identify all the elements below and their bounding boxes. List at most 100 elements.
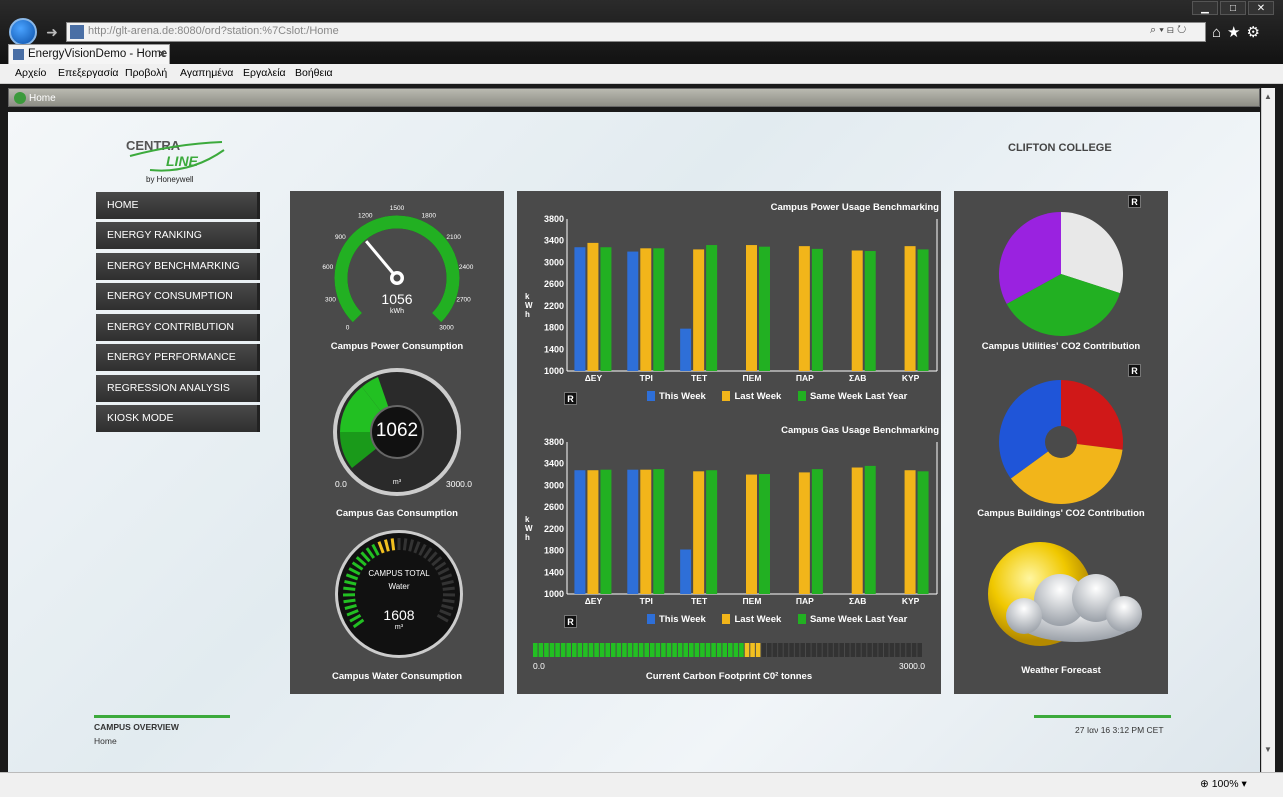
- water-tick: [402, 538, 408, 551]
- forward-icon[interactable]: ➜: [44, 24, 60, 40]
- y-tick-label: 1000: [544, 589, 564, 599]
- carbon-segment: [744, 643, 750, 657]
- r-badge-gas[interactable]: R: [564, 615, 577, 628]
- y-tick-label: 3400: [544, 459, 564, 469]
- r-badge-buildings[interactable]: R: [1128, 364, 1141, 377]
- carbon-segment: [856, 643, 861, 657]
- bar: [680, 549, 692, 594]
- breadcrumb-home[interactable]: Home: [29, 93, 56, 104]
- carbon-segment: [594, 643, 599, 657]
- x-tick-label: ΤΕΤ: [691, 373, 708, 383]
- carbon-label: Current Carbon Footprint C0² tonnes: [645, 671, 813, 682]
- zoom-dropdown-icon[interactable]: ▾: [1239, 778, 1246, 790]
- donut-hole: [1045, 426, 1077, 458]
- x-tick-label: ΠΑΡ: [796, 596, 814, 606]
- carbon-segment: [683, 643, 688, 657]
- back-button[interactable]: [9, 18, 37, 46]
- carbon-segment: [661, 643, 666, 657]
- zoom-level[interactable]: ⊕ 100% ▾: [1200, 778, 1247, 790]
- nav-kiosk-mode[interactable]: KIOSK MODE: [96, 405, 260, 432]
- nav-energy-contribution[interactable]: ENERGY CONTRIBUTION: [96, 314, 260, 341]
- browser-tab[interactable]: EnergyVisionDemo - Home ✕: [8, 44, 170, 65]
- nav-regression-analysis[interactable]: REGRESSION ANALYSIS: [96, 375, 260, 402]
- power-bar-chart: 1000 1400 1800 2200 2600 3000 3400 3800 k Wh ΔΕΥ ΤΡ…: [525, 214, 938, 383]
- water-tick: [442, 598, 455, 604]
- zoom-icon: ⊕: [1200, 778, 1212, 790]
- carbon-segment: [811, 643, 817, 657]
- carbon-segment: [845, 643, 850, 657]
- gas-unit: m³: [392, 479, 402, 486]
- nav-energy-benchmarking[interactable]: ENERGY BENCHMARKING: [96, 253, 260, 280]
- gauge-tick-label: 900: [335, 234, 346, 241]
- carbon-segment: [677, 643, 683, 657]
- bar: [759, 474, 770, 594]
- bar: [811, 469, 823, 594]
- y-tick-label: 3800: [544, 214, 564, 224]
- carbon-segment: [666, 643, 672, 657]
- window-controls: ▁ □ ✕: [1192, 0, 1280, 16]
- carbon-segment: [599, 643, 605, 657]
- carbon-footprint-bar: [533, 643, 922, 657]
- carbon-max: 3000.0: [899, 661, 925, 671]
- carbon-segment: [577, 643, 583, 657]
- address-tools[interactable]: ⌕ ▾ ⊟ ↻: [1150, 24, 1186, 37]
- close-window-icon[interactable]: ✕: [1248, 1, 1274, 15]
- vertical-scrollbar[interactable]: [1261, 88, 1275, 772]
- r-badge-power[interactable]: R: [564, 392, 577, 405]
- menu-view[interactable]: Προβολή: [125, 67, 167, 79]
- carbon-segment: [828, 643, 833, 657]
- bar: [759, 246, 770, 371]
- y-tick-label: 1400: [544, 344, 564, 354]
- legend-item-this-week: This Week: [647, 391, 706, 402]
- water-value: 1608: [383, 607, 415, 623]
- nav-energy-performance[interactable]: ENERGY PERFORMANCE: [96, 344, 260, 371]
- bar: [746, 474, 757, 594]
- carbon-segment: [778, 643, 783, 657]
- scroll-up-icon[interactable]: ▲: [1264, 92, 1272, 101]
- menu-help[interactable]: Βοήθεια: [295, 67, 333, 79]
- utilities-label: Campus Utilities' CO2 Contribution: [981, 341, 1141, 352]
- zoom-value: 100%: [1211, 778, 1239, 790]
- nav-home[interactable]: HOME: [96, 192, 260, 219]
- legend-item-same-week: Same Week Last Year: [797, 391, 907, 402]
- legend-item-last-week: Last Week: [722, 391, 781, 402]
- carbon-segment: [728, 643, 733, 657]
- buildings-label: Campus Buildings' CO2 Contribution: [977, 508, 1145, 519]
- bar: [653, 248, 665, 371]
- gas-bar-chart: 1000 1400 1800 2200 2600 3000 3400 3800 k Wh ΔΕΥ ΤΡ…: [525, 437, 938, 606]
- y-tick-label: 3800: [544, 437, 564, 447]
- carbon-segment: [884, 643, 889, 657]
- tab-close-icon[interactable]: ✕: [157, 47, 167, 61]
- contribution-panel: R Campus Utilities' CO2 Contribution R C…: [954, 191, 1168, 694]
- nav-energy-ranking[interactable]: ENERGY RANKING: [96, 222, 260, 249]
- carbon-segment: [872, 643, 878, 657]
- r-badge-utilities[interactable]: R: [1128, 195, 1141, 208]
- water-label: Campus Water Consumption: [331, 671, 462, 682]
- maximize-icon[interactable]: □: [1220, 1, 1246, 15]
- footer-title: CAMPUS OVERVIEW: [94, 722, 179, 732]
- menu-edit[interactable]: Επεξεργασία: [58, 67, 119, 79]
- tab-title: EnergyVisionDemo - Home: [28, 48, 168, 60]
- menu-tools[interactable]: Εργαλεία: [243, 67, 286, 79]
- scroll-down-icon[interactable]: ▼: [1264, 745, 1272, 754]
- y-tick-label: 3000: [544, 480, 564, 490]
- carbon-segment: [644, 643, 649, 657]
- carbon-segment: [572, 643, 577, 657]
- menu-file[interactable]: Αρχείο: [15, 67, 46, 79]
- minimize-icon[interactable]: ▁: [1192, 1, 1218, 15]
- legend-item-this-week: This Week: [647, 614, 706, 625]
- x-tick-label: ΣΑΒ: [849, 373, 866, 383]
- carbon-segment: [566, 643, 571, 657]
- x-tick-label: ΚΥΡ: [902, 596, 920, 606]
- y-tick-label: 3400: [544, 236, 564, 246]
- carbon-segment: [906, 643, 911, 657]
- bar: [587, 470, 599, 594]
- nav-energy-consumption[interactable]: ENERGY CONSUMPTION: [96, 283, 260, 310]
- menu-favorites[interactable]: Αγαπημένα: [180, 67, 233, 79]
- bar: [627, 251, 639, 371]
- x-tick-label: ΤΡΙ: [640, 373, 653, 383]
- power-label: Campus Power Consumption: [330, 341, 464, 352]
- home-favorites-settings-icons[interactable]: ⌂★⚙: [1212, 23, 1266, 41]
- footer-sub[interactable]: Home: [94, 736, 117, 746]
- url-text[interactable]: http://glt-arena.de:8080/ord?station:%7C…: [88, 25, 339, 37]
